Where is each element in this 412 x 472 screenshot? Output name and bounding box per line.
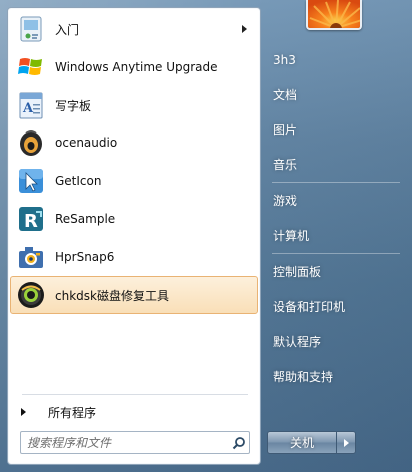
separator [22, 394, 248, 395]
arrow-right-icon [343, 438, 349, 447]
link-computer[interactable]: 计算机 [266, 218, 406, 253]
program-label: chkdsk磁盘修复工具 [55, 288, 169, 303]
program-label: GetIcon [55, 174, 102, 188]
svg-text:R: R [24, 211, 38, 232]
program-item-windows-anytime-upgrade[interactable]: Windows Anytime Upgrade [10, 48, 258, 86]
svg-text:A: A [22, 101, 34, 116]
shutdown-button[interactable]: 关机 [267, 431, 337, 454]
program-item-hprsnap6[interactable]: HprSnap6 [10, 238, 258, 276]
all-programs-button[interactable]: 所有程序 [14, 400, 254, 424]
flower-picture-icon [308, 0, 360, 28]
link-games[interactable]: 游戏 [266, 183, 406, 218]
link-help-support[interactable]: 帮助和支持 [266, 359, 406, 394]
link-devices-printers[interactable]: 设备和打印机 [266, 289, 406, 324]
getIcon-icon [15, 165, 47, 197]
all-programs-label: 所有程序 [48, 405, 97, 420]
program-item-chkdsk[interactable]: chkdsk磁盘修复工具 [10, 276, 258, 314]
submenu-arrow-icon[interactable] [242, 25, 247, 33]
arrow-right-icon [21, 408, 26, 416]
program-item-resample[interactable]: R ReSample [10, 200, 258, 238]
program-label: Windows Anytime Upgrade [55, 60, 218, 74]
wordpad-icon: A [15, 89, 47, 121]
program-label: 入门 [55, 22, 80, 37]
ocenaudio-icon [15, 127, 47, 159]
pinned-programs-list: 入门 Windows Anytime Upgrade A 写字板 ocenaud… [10, 10, 258, 314]
chkdsk-icon [15, 279, 47, 311]
program-label: ReSample [55, 212, 116, 226]
link-music[interactable]: 音乐 [266, 147, 406, 182]
link-documents[interactable]: 文档 [266, 77, 406, 112]
shutdown-options-button[interactable] [337, 431, 356, 454]
link-default-programs[interactable]: 默认程序 [266, 324, 406, 359]
search-input[interactable] [21, 432, 229, 453]
windows-flag-icon [15, 51, 47, 83]
program-label: HprSnap6 [55, 250, 115, 264]
link-control-panel[interactable]: 控制面板 [266, 254, 406, 289]
hprsnap-icon [15, 241, 47, 273]
resample-icon: R [15, 203, 47, 235]
program-label: ocenaudio [55, 136, 118, 150]
programs-panel: 入门 Windows Anytime Upgrade A 写字板 ocenaud… [7, 7, 261, 465]
link-pictures[interactable]: 图片 [266, 112, 406, 147]
getting-started-icon [15, 13, 47, 45]
shutdown-group: 关机 [267, 431, 356, 454]
user-account-picture[interactable] [306, 0, 362, 30]
right-links-panel: 3h3 文档 图片 音乐 游戏 计算机 控制面板 设备和打印机 默认程序 帮助和… [266, 42, 406, 394]
search-icon[interactable] [229, 433, 249, 453]
search-box [20, 431, 250, 454]
program-label: 写字板 [55, 98, 92, 113]
program-item-ocenaudio[interactable]: ocenaudio [10, 124, 258, 162]
program-item-getting-started[interactable]: 入门 [10, 10, 258, 48]
program-item-geticon[interactable]: GetIcon [10, 162, 258, 200]
link-user-folder[interactable]: 3h3 [266, 42, 406, 77]
program-item-wordpad[interactable]: A 写字板 [10, 86, 258, 124]
